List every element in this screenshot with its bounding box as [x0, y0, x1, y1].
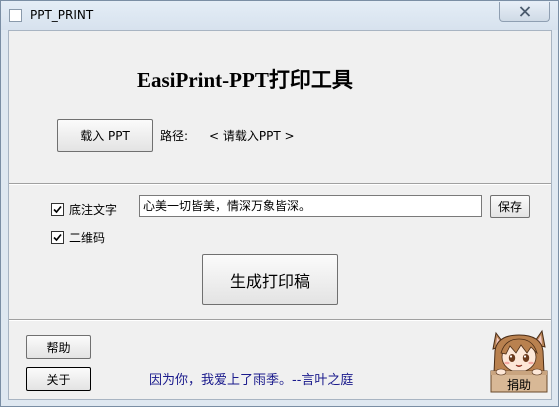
- divider-bottom: [9, 319, 551, 321]
- app-icon: [9, 9, 22, 22]
- footnote-checkbox-row[interactable]: 底注文字: [51, 201, 117, 218]
- checkmark-icon: [53, 233, 62, 242]
- save-button[interactable]: 保存: [490, 195, 530, 218]
- donate-label: 捐助: [506, 378, 531, 392]
- window-title: PPT_PRINT: [30, 8, 94, 22]
- close-button[interactable]: [499, 2, 550, 22]
- help-button[interactable]: 帮助: [26, 335, 91, 359]
- about-button[interactable]: 关于: [26, 367, 91, 391]
- generate-print-button[interactable]: 生成打印稿: [202, 254, 338, 305]
- path-value: < 请载入PPT >: [209, 129, 295, 143]
- app-window: PPT_PRINT EasiPrint-PPT打印工具 载入 PPT 路径: <…: [0, 0, 559, 407]
- checkmark-icon: [53, 205, 62, 214]
- qrcode-checkbox[interactable]: [51, 231, 64, 244]
- load-ppt-button[interactable]: 载入 PPT: [57, 119, 153, 152]
- title-bar: PPT_PRINT: [1, 1, 558, 30]
- qrcode-checkbox-row[interactable]: 二维码: [51, 229, 105, 246]
- footnote-checkbox[interactable]: [51, 203, 64, 216]
- page-title: EasiPrint-PPT打印工具: [137, 68, 353, 92]
- footnote-label: 底注文字: [69, 203, 118, 217]
- client-area: EasiPrint-PPT打印工具 载入 PPT 路径: < 请载入PPT > …: [8, 30, 552, 400]
- divider-top: [9, 183, 551, 185]
- quote-text: 因为你，我爱上了雨季。--言叶之庭: [149, 373, 354, 388]
- footnote-text-input[interactable]: 心美一切皆美，情深万象皆深。: [139, 195, 482, 217]
- close-icon: [519, 6, 530, 17]
- path-label: 路径:: [160, 129, 189, 143]
- qrcode-label: 二维码: [69, 231, 106, 245]
- donate-button[interactable]: 捐助: [487, 327, 551, 393]
